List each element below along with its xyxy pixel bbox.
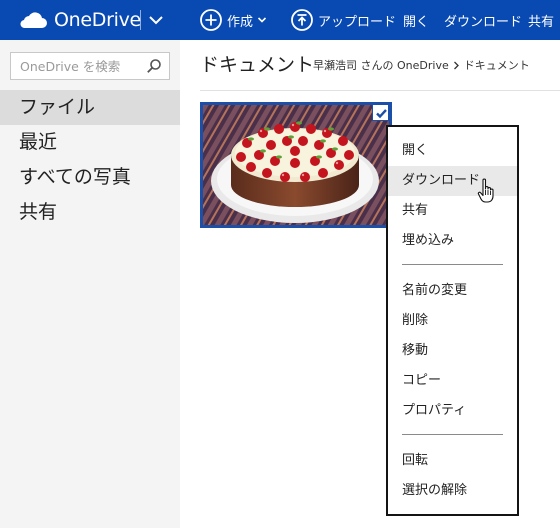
breadcrumb-root[interactable]: 早瀬浩司 さんの OneDrive <box>313 57 449 73</box>
onedrive-logo-link[interactable]: OneDrive <box>18 0 141 40</box>
upload-button[interactable]: アップロード <box>291 0 396 40</box>
top-bar: OneDrive 作成 アップロード 開く ダウンロード 共有 <box>0 0 560 40</box>
download-label: ダウンロード <box>444 14 523 30</box>
sidebar: ファイル 最近 すべての写真 共有 <box>0 40 180 528</box>
file-tile[interactable] <box>200 102 392 228</box>
sidebar-item-recent[interactable]: 最近 <box>0 125 180 160</box>
cake-photo <box>203 105 389 225</box>
cloud-icon <box>20 12 47 29</box>
header-divider <box>140 10 141 30</box>
chevron-down-icon <box>257 17 267 23</box>
open-label: 開く <box>403 14 430 30</box>
app-name: OneDrive <box>54 9 141 31</box>
search-input[interactable] <box>11 53 141 79</box>
hand-pointer-icon <box>477 178 494 203</box>
selection-checkbox[interactable] <box>372 104 389 121</box>
share-label: 共有 <box>528 14 555 30</box>
checkmark-icon <box>376 109 387 119</box>
breadcrumb-current: ドキュメント <box>463 59 530 72</box>
search-box <box>10 52 170 80</box>
header-rule <box>200 90 560 91</box>
menu-divider <box>402 434 503 435</box>
share-button[interactable]: 共有 <box>528 0 554 40</box>
create-button[interactable]: 作成 <box>200 0 267 40</box>
sidebar-item-shared[interactable]: 共有 <box>0 195 180 230</box>
breadcrumb: 早瀬浩司 さんの OneDrive ドキュメント <box>313 57 530 73</box>
context-menu: 開く ダウンロード 共有 埋め込み 名前の変更 削除 移動 コピー プロパティ … <box>386 125 519 516</box>
menu-item-deselect[interactable]: 選択の解除 <box>388 476 517 506</box>
download-button[interactable]: ダウンロード <box>444 0 522 40</box>
menu-item-rotate[interactable]: 回転 <box>388 446 517 476</box>
upload-circle-icon <box>291 9 313 31</box>
chevron-right-icon <box>453 61 459 69</box>
upload-label: アップロード <box>318 14 397 30</box>
sidebar-item-files[interactable]: ファイル <box>0 90 180 125</box>
menu-item-open[interactable]: 開く <box>388 136 517 166</box>
page-title: ドキュメント <box>200 54 315 76</box>
menu-divider <box>402 264 503 265</box>
menu-item-share[interactable]: 共有 <box>388 196 517 226</box>
open-button[interactable]: 開く <box>403 0 429 40</box>
menu-item-rename[interactable]: 名前の変更 <box>388 276 517 306</box>
search-icon[interactable] <box>146 58 162 74</box>
sidebar-item-all-photos[interactable]: すべての写真 <box>0 160 180 195</box>
create-label: 作成 <box>227 14 254 30</box>
menu-item-download[interactable]: ダウンロード <box>388 166 517 196</box>
menu-item-move[interactable]: 移動 <box>388 336 517 366</box>
menu-item-delete[interactable]: 削除 <box>388 306 517 336</box>
plus-circle-icon <box>200 9 222 31</box>
menu-item-copy[interactable]: コピー <box>388 366 517 396</box>
menu-item-embed[interactable]: 埋め込み <box>388 226 517 256</box>
sidebar-nav: ファイル 最近 すべての写真 共有 <box>0 90 180 230</box>
chevron-down-icon[interactable] <box>147 11 165 29</box>
menu-item-properties[interactable]: プロパティ <box>388 396 517 426</box>
